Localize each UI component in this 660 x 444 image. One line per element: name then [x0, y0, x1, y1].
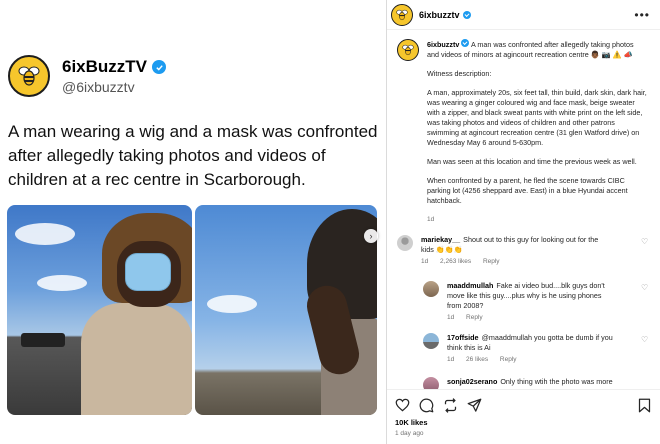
comment: mariekay__ Shout out to this guy for look… — [397, 235, 653, 267]
comment-reply: 17offside @maaddmullah you gotta be dumb … — [423, 333, 653, 365]
comment-icon[interactable] — [419, 398, 434, 413]
more-options-icon[interactable]: ••• — [634, 8, 650, 22]
heart-icon[interactable] — [395, 398, 410, 412]
caption-paragraph: When confronted by a parent, he fled the… — [427, 176, 628, 205]
comment-likes[interactable]: 2,263 likes — [440, 258, 471, 265]
post-username[interactable]: 6ixbuzztv — [419, 10, 460, 20]
tweet-handle: @6ixbuzztv — [62, 79, 135, 95]
comments-scroll-area[interactable]: 6ixbuzztv A man was confronted after all… — [387, 31, 660, 389]
comment-reply: maaddmullah Fake ai video bud....blk guys… — [423, 281, 653, 323]
heart-icon[interactable]: ♡ — [641, 336, 649, 344]
bee-icon — [402, 44, 414, 56]
repost-icon[interactable] — [443, 397, 458, 413]
comment-username[interactable]: sonja02serano — [447, 377, 497, 386]
tweet-display-name: 6ixBuzzTV — [62, 57, 148, 76]
share-icon[interactable] — [467, 398, 482, 413]
post-caption: 6ixbuzztv A man was confronted after all… — [397, 39, 653, 225]
comment-age: 1d — [421, 258, 429, 265]
tweet-text: A man wearing a wig and a mask was confr… — [8, 122, 378, 189]
comment-text: Only thing wtih the photo was more — [500, 377, 613, 386]
bookmark-icon[interactable] — [638, 398, 651, 413]
post-top-bar: 6ixbuzztv ••• — [387, 0, 660, 30]
caption-paragraph: A man, approximately 20s, six feet tall,… — [427, 88, 647, 147]
video-frame-1[interactable] — [7, 205, 192, 415]
caption-age: 1d — [427, 216, 435, 223]
avatar[interactable] — [423, 333, 439, 349]
comment-username[interactable]: maaddmullah — [447, 281, 493, 290]
caption-username[interactable]: 6ixbuzztv — [427, 40, 459, 49]
avatar[interactable] — [397, 235, 413, 251]
tweet-media — [7, 205, 377, 415]
verified-badge-icon — [152, 60, 167, 74]
comment-age: 1d — [447, 356, 455, 363]
bee-icon — [18, 66, 40, 86]
caption-paragraph: Man was seen at this location and time t… — [427, 157, 637, 166]
account-avatar[interactable] — [391, 3, 413, 26]
bee-icon — [396, 9, 408, 20]
face-mask — [125, 253, 171, 291]
avatar[interactable] — [423, 281, 439, 297]
verified-badge-icon — [462, 10, 471, 19]
post-actions: 10K likes 1 day ago — [387, 389, 660, 444]
caption-paragraph: Witness description: — [427, 69, 492, 78]
tweet-header: 6ixBuzzTV @6ixbuzztv — [8, 55, 167, 97]
heart-icon[interactable]: ♡ — [641, 238, 649, 246]
video-frame-2[interactable] — [195, 205, 377, 415]
post-timestamp: 1 day ago — [395, 430, 424, 437]
comment-age: 1d — [447, 314, 455, 321]
avatar[interactable] — [423, 377, 439, 389]
chevron-right-icon[interactable]: › — [364, 229, 378, 243]
bee-logo-avatar — [8, 55, 50, 97]
verified-badge-icon — [461, 39, 470, 47]
reply-button[interactable]: Reply — [483, 258, 500, 265]
post-media-panel: 6ixBuzzTV @6ixbuzztv A man wearing a wig… — [0, 0, 386, 444]
comment-username[interactable]: mariekay__ — [421, 235, 460, 244]
reply-button[interactable]: Reply — [500, 356, 517, 363]
comments-panel: 6ixbuzztv ••• 6ixbuzztv A man was confro… — [386, 0, 660, 444]
comment-reply: sonja02serano Only thing wtih the photo w… — [423, 377, 653, 389]
comment-username[interactable]: 17offside — [447, 333, 479, 342]
heart-icon[interactable]: ♡ — [641, 284, 649, 292]
comment-likes[interactable]: 26 likes — [466, 356, 488, 363]
reply-button[interactable]: Reply — [466, 314, 483, 321]
caption-avatar[interactable] — [397, 39, 419, 61]
likes-count[interactable]: 10K likes — [395, 418, 651, 427]
